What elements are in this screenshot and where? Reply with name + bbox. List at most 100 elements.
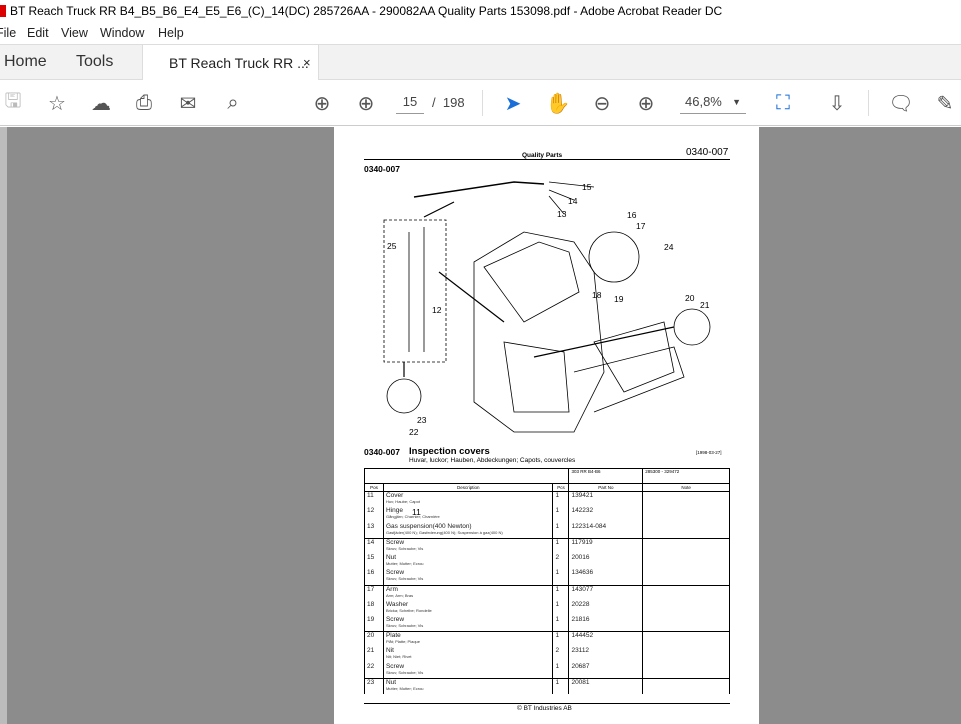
row-part-no: 23112 — [568, 647, 644, 664]
search-icon[interactable]: ⌕ — [220, 90, 246, 116]
save-icon[interactable]: 🖫 — [0, 90, 26, 116]
scroll-mode-icon[interactable]: ⇩ — [824, 90, 850, 116]
row-pos: 18 — [364, 600, 384, 617]
table-row: 19 Screw Skruv; Schraube; Vis 1 21816 — [364, 616, 730, 632]
row-description: Washer — [385, 600, 409, 608]
col-description: Description — [382, 483, 554, 492]
row-note — [642, 663, 730, 679]
row-part-no: 144452 — [568, 631, 644, 648]
print-icon[interactable]: ⎙ — [131, 90, 157, 116]
callout-18: 18 — [592, 290, 602, 300]
row-translation: Plåt; Platte; Plaque — [385, 639, 420, 645]
zoom-level-select[interactable]: 46,8% ▼ — [680, 90, 746, 114]
row-translation: Skruv; Schraube; Vis — [385, 545, 424, 551]
table-row: 14 Screw Skruv; Schraube; Vis 1 117919 — [364, 537, 730, 554]
parts-table: 303 RR B4-B6 285300 - 329472 Pos Descript… — [363, 468, 730, 695]
comment-icon[interactable]: 🗨 — [888, 90, 914, 116]
row-part-no: 21816 — [568, 616, 644, 632]
row-pcs: 1 — [552, 663, 570, 679]
row-note — [642, 647, 730, 664]
page-number-input[interactable]: 15 — [396, 90, 424, 114]
table-row: 17 Arm Arm; Arm; Bras 1 143077 — [364, 584, 730, 601]
row-note — [642, 522, 730, 539]
tab-document[interactable]: BT Reach Truck RR ... × — [142, 45, 319, 81]
next-page-icon[interactable]: ⊕ — [353, 90, 379, 116]
row-description: Screw — [385, 663, 405, 671]
table-row: 23 Nut Mutter; Mutter; Ecrou 1 20081 — [364, 678, 730, 695]
row-note — [642, 678, 730, 695]
table-model: 303 RR B4-B6 — [568, 468, 644, 484]
hand-tool-icon[interactable]: ✋ — [545, 90, 571, 116]
row-description: Arm — [385, 585, 398, 593]
tab-tools[interactable]: Tools — [76, 53, 113, 71]
row-description: Screw — [385, 616, 405, 624]
tab-home[interactable]: Home — [4, 53, 47, 71]
zoom-out-icon[interactable]: ⊖ — [589, 90, 615, 116]
email-icon[interactable]: ✉ — [175, 90, 201, 116]
row-pcs: 1 — [552, 522, 570, 539]
menu-file[interactable]: File — [0, 22, 16, 44]
row-translation: Skruv; Schraube; Vis — [385, 623, 424, 629]
row-part-no: 134636 — [568, 569, 644, 586]
row-note — [642, 631, 730, 648]
row-translation: Mutter; Mutter; Ecrou — [385, 686, 424, 692]
callout-14: 14 — [568, 196, 578, 206]
row-note — [642, 569, 730, 586]
bookmark-star-icon[interactable]: ☆ — [44, 90, 70, 116]
tab-document-label: BT Reach Truck RR ... — [169, 55, 309, 71]
callout-15: 15 — [582, 182, 592, 192]
acrobat-icon — [0, 5, 6, 17]
row-pos: 20 — [364, 631, 384, 648]
row-pcs: 1 — [552, 491, 570, 508]
table-header-row: Pos Description Pcs Part No Note — [364, 483, 730, 492]
row-pcs: 1 — [552, 678, 570, 695]
page-separator: / — [432, 95, 436, 110]
row-pos: 14 — [364, 537, 384, 554]
left-panel-strip[interactable] — [0, 127, 7, 724]
row-pcs: 1 — [552, 616, 570, 632]
window-title-bar: BT Reach Truck RR B4_B5_B6_E4_E5_E6_(C)_… — [0, 0, 961, 22]
row-pos: 22 — [364, 663, 384, 679]
row-translation: Gasfjäder(400 N); Gasfederung(400 N); Su… — [385, 529, 503, 535]
menu-window[interactable]: Window — [100, 22, 144, 44]
zoom-in-icon[interactable]: ⊕ — [633, 90, 659, 116]
cloud-upload-icon[interactable]: ☁ — [88, 90, 114, 116]
table-serial-range: 285300 - 329472 — [642, 468, 730, 484]
callout-20: 20 — [685, 293, 695, 303]
row-part-no: 142232 — [568, 507, 644, 523]
row-pcs: 1 — [552, 584, 570, 601]
previous-page-icon[interactable]: ⊕ — [309, 90, 335, 116]
row-part-no: 20016 — [568, 553, 644, 570]
row-pcs: 1 — [552, 569, 570, 586]
menu-edit[interactable]: Edit — [27, 22, 49, 44]
callout-17: 17 — [636, 221, 646, 231]
row-pos: 13 — [364, 522, 384, 539]
row-description: Nut — [385, 553, 397, 561]
exploded-diagram — [383, 181, 711, 433]
highlight-pen-icon[interactable]: ✎ — [932, 90, 958, 116]
page-total-value: 198 — [442, 95, 465, 110]
col-note: Note — [642, 483, 730, 492]
page-footer: © BT Industries AB — [517, 705, 572, 712]
row-translation: Bricka; Scheibe; Rondelle — [385, 607, 432, 613]
table-row: 12 Hinge Gångjärn; Charnier; Charnière 1 … — [364, 507, 730, 523]
section-date: [1998-03-27] — [696, 450, 722, 455]
menu-view[interactable]: View — [61, 22, 88, 44]
section-subtitle: Huvar, luckor; Hauben, Abdeckungen; Capo… — [409, 457, 576, 464]
page-total: / 198 — [432, 95, 465, 110]
callout-21: 21 — [700, 300, 710, 310]
row-note — [642, 491, 730, 508]
section-title: Inspection covers — [409, 446, 490, 457]
row-description: Nut — [385, 679, 397, 687]
col-pcs: Pcs — [552, 483, 570, 492]
row-pos: 19 — [364, 616, 384, 632]
select-cursor-icon[interactable]: ➤ — [500, 90, 526, 116]
window-title: BT Reach Truck RR B4_B5_B6_E4_E5_E6_(C)_… — [10, 4, 723, 18]
fit-page-icon[interactable]: ⛶ — [770, 90, 796, 116]
menu-help[interactable]: Help — [158, 22, 184, 44]
callout-16: 16 — [627, 210, 637, 220]
close-tab-icon[interactable]: × — [303, 55, 311, 70]
table-row: 15 Nut Mutter; Mutter; Ecrou 2 20016 — [364, 553, 730, 570]
section-code: 0340-007 — [364, 447, 400, 457]
row-note — [642, 537, 730, 554]
